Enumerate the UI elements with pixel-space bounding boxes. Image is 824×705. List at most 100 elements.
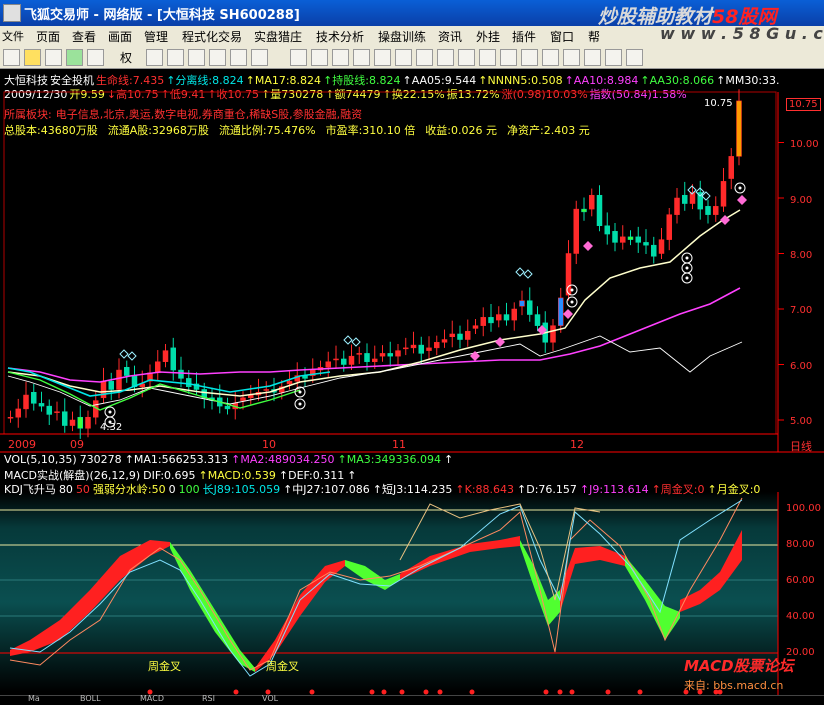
signal-diamond-icon <box>515 267 525 277</box>
candle-body <box>449 333 455 338</box>
candle-body <box>612 231 618 243</box>
tab-vol[interactable]: VOL <box>262 694 278 703</box>
candle-body <box>496 314 502 321</box>
candle-body <box>713 206 719 215</box>
candle-body <box>441 339 448 343</box>
current-price-tag: 10.75 <box>786 98 821 111</box>
candle-body <box>658 239 665 254</box>
price-tick-6: 6.00 <box>790 361 813 372</box>
indicator-value: ↑月金叉:0 <box>707 483 761 496</box>
candle-body <box>348 355 355 365</box>
signal-dot-icon <box>399 689 405 695</box>
signal-dot-icon <box>469 689 475 695</box>
candle-body <box>170 347 176 371</box>
candle-body <box>186 378 192 387</box>
signal-diamond-icon <box>523 269 533 279</box>
candle-body <box>379 353 386 357</box>
candle-body <box>38 403 45 407</box>
indicator-value: ↑D:76.157 <box>517 483 577 496</box>
tab-boll[interactable]: BOLL <box>80 694 101 703</box>
candle-body <box>286 380 293 385</box>
signal-dot-icon <box>423 689 429 695</box>
candle-body <box>178 369 184 379</box>
candle-body <box>46 405 52 415</box>
indicator-value: ↑MA3:349336.094 <box>337 453 441 466</box>
indicator-tab-bar: Ma BOLL MACD RSI VOL <box>0 694 824 705</box>
candle-body <box>155 361 161 374</box>
candle-body <box>620 236 626 243</box>
signal-dot-icon <box>233 689 239 695</box>
indicator-value: ↑MA1:566253.313 <box>124 453 229 466</box>
signal-dot-icon <box>543 689 549 695</box>
signal-dot-icon <box>569 689 575 695</box>
daily-period-label[interactable]: 日线 <box>790 438 812 454</box>
time-label: 10 <box>262 438 276 451</box>
signal-dot <box>298 402 302 406</box>
indicator-value: VOL(5,10,35) <box>4 453 77 466</box>
tab-ma[interactable]: Ma <box>28 694 40 703</box>
candle-body <box>240 397 246 401</box>
candle-body <box>728 156 734 179</box>
buy-marker-icon <box>495 337 505 347</box>
signal-dot <box>570 288 574 292</box>
candle-body <box>674 197 680 215</box>
candle-body <box>333 358 339 361</box>
time-label: 2009 <box>8 438 36 451</box>
vol-indicator-line: VOL(5,10,35) 730278 ↑MA1:566253.313 ↑MA2:48… <box>4 453 456 466</box>
candle-body <box>54 411 60 413</box>
indicator-value: ↑周金叉:0 <box>651 483 705 496</box>
indicator-value: ↑短J3:114.235 <box>372 483 453 496</box>
candle-body <box>364 353 370 362</box>
signal-dot-icon <box>637 689 643 695</box>
signal-dot <box>738 186 742 190</box>
indicator-value: ↑J9:113.614 <box>579 483 649 496</box>
candle-body <box>627 236 634 240</box>
candle-body <box>23 394 29 410</box>
signal-dot <box>108 410 112 414</box>
indicator-value: 50 <box>75 483 90 496</box>
candle-body <box>108 380 114 390</box>
candle-body <box>116 369 122 390</box>
tab-rsi[interactable]: RSI <box>202 694 215 703</box>
indicator-value: 0 <box>168 483 176 496</box>
signal-dot-icon <box>557 689 563 695</box>
candle-body <box>7 416 14 419</box>
ma-line-green <box>7 371 301 411</box>
signal-dot <box>298 390 302 394</box>
candle-body <box>682 194 688 204</box>
indicator-value: KDJ飞升马 <box>4 483 56 496</box>
signal-dot-icon <box>369 689 375 695</box>
buy-marker-icon <box>737 195 747 205</box>
candle-body <box>162 350 169 362</box>
candle-body <box>77 416 83 429</box>
candle-body <box>503 314 510 321</box>
candle-body <box>341 358 347 365</box>
candle-body <box>85 416 91 429</box>
candle-body <box>511 308 517 321</box>
indicator-value: 100 <box>178 483 200 496</box>
candle-body <box>100 380 107 399</box>
signal-dot-icon <box>437 689 443 695</box>
candle-body <box>410 344 417 349</box>
macd-watermark: MACD股票论坛 <box>684 657 794 675</box>
candle-body <box>263 389 269 391</box>
candle-body <box>527 300 533 315</box>
candle-body <box>356 353 362 355</box>
trading-app-window: 飞狐交易师 - 网络版 - [大恒科技 SH600288] 炒股辅助教材58股网… <box>0 0 824 705</box>
candle-body <box>403 347 409 350</box>
candle-body <box>69 419 76 426</box>
ma-line-pink <box>7 287 741 383</box>
indicator-value: 强弱分水岭:50 <box>92 483 166 496</box>
candle-body <box>596 194 603 227</box>
candle-body <box>519 300 525 307</box>
signal-diamond-icon <box>351 337 361 347</box>
signal-dot <box>685 266 689 270</box>
tab-macd[interactable]: MACD <box>140 694 164 703</box>
price-tick-10: 10.00 <box>790 139 819 150</box>
macd-watermark-sub: 来自: bbs.macd.cn <box>684 679 784 692</box>
candle-body <box>736 100 742 157</box>
price-tick-5: 5.00 <box>790 416 813 427</box>
price-tick-8: 8.00 <box>790 250 813 261</box>
candle-body <box>434 342 440 349</box>
signal-dot-icon <box>309 689 315 695</box>
